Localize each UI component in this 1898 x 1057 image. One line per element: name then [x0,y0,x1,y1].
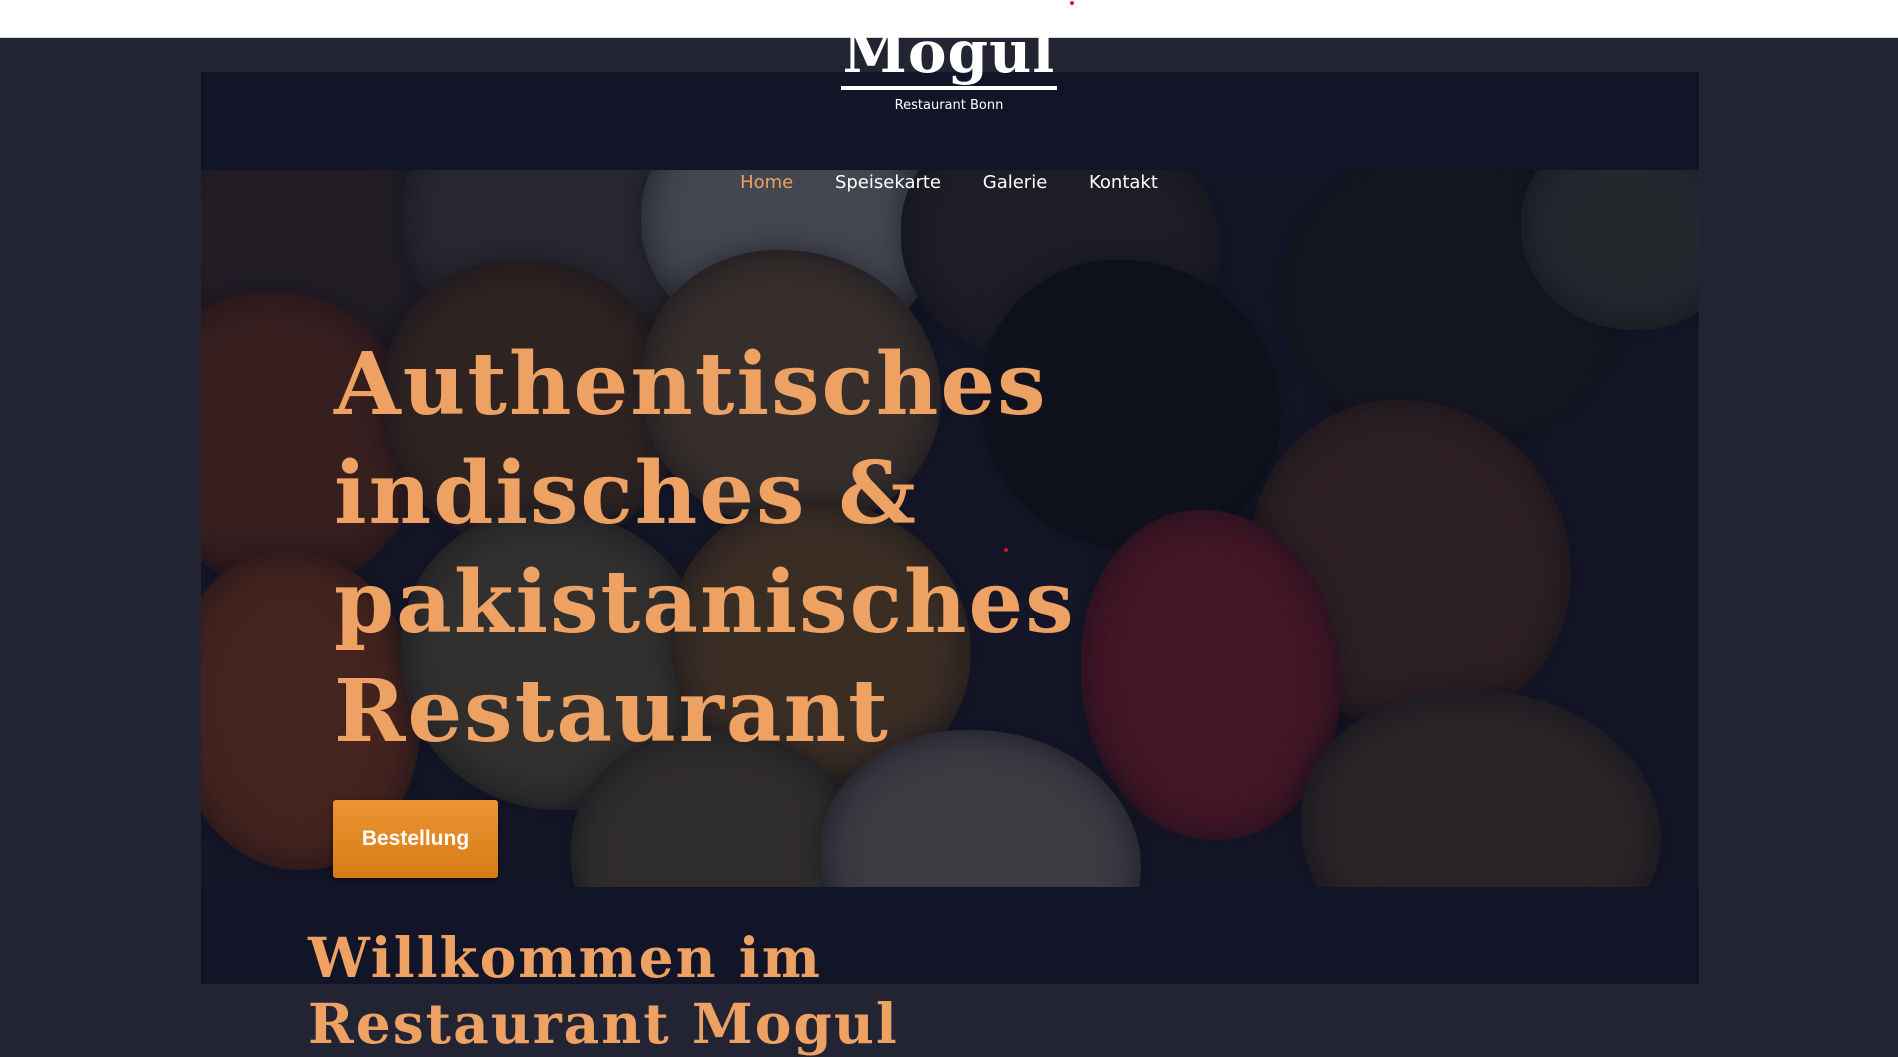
cursor-dot [1004,548,1008,552]
hero-headline-line: indisches & [334,443,919,544]
main-navigation: Home Speisekarte Galerie Kontakt [0,172,1898,193]
order-button[interactable]: Bestellung [333,800,498,878]
indicator-dot [1070,1,1074,5]
welcome-heading: Willkommen im Restaurant Mogul [308,925,1108,1057]
welcome-heading-line: Restaurant Mogul [308,991,899,1056]
nav-item-home[interactable]: Home [740,172,793,193]
hero-headline-line: pakistanisches [334,552,1076,653]
nav-item-galerie[interactable]: Galerie [983,172,1048,193]
nav-item-speisekarte[interactable]: Speisekarte [835,172,941,193]
hero-headline-line: Restaurant [334,661,890,762]
nav-item-kontakt[interactable]: Kontakt [1089,172,1158,193]
hero-headline-line: Authentisches [334,334,1048,435]
logo-title[interactable]: Mogul [840,18,1058,90]
welcome-heading-line: Willkommen im [308,925,822,990]
site-logo[interactable]: Mogul Restaurant Bonn [0,18,1898,113]
logo-subtitle: Restaurant Bonn [894,98,1004,113]
hero-headline: Authentisches indisches & pakistanisches… [334,330,1234,766]
